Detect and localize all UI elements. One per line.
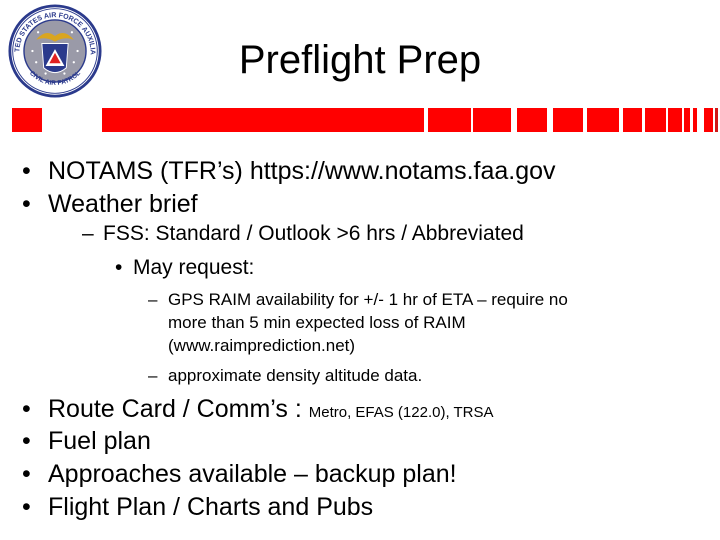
sub-sub-item-text: May request: [133,256,255,279]
dash-marker: – [82,222,94,245]
request-item-line: (www.raimprediction.net) [168,336,356,355]
bullet-text: Fuel plan [48,427,151,455]
dash-marker: – [148,290,158,309]
bullet-marker: • [22,395,31,423]
request-item-line: GPS RAIM availability for +/- 1 hr of ET… [168,290,568,309]
bullet-marker: • [22,427,31,455]
bullet-text: Route Card / Comm’s : [48,395,309,423]
request-item-line: more than 5 min expected loss of RAIM [168,313,466,332]
bullet-text: Weather brief [48,190,198,218]
bullet-marker: • [22,460,31,488]
request-item-line: approximate density altitude data. [168,366,423,385]
bullet-marker: • [115,256,123,279]
bullet-marker: • [22,157,31,185]
dash-marker: – [148,366,158,385]
bullet-marker: • [22,493,31,521]
bullet-text: Approaches available – backup plan! [48,460,457,488]
slide-body: • NOTAMS (TFR’s) https://www.notams.faa.… [0,0,720,540]
bullet-marker: • [22,190,31,218]
bullet-small-text: Metro, EFAS (122.0), TRSA [308,404,494,421]
bullet-text: NOTAMS (TFR’s) https://www.notams.faa.go… [48,157,556,185]
sub-item-text: FSS: Standard / Outlook >6 hrs / Abbrevi… [103,222,524,245]
bullet-text: Flight Plan / Charts and Pubs [48,493,374,521]
